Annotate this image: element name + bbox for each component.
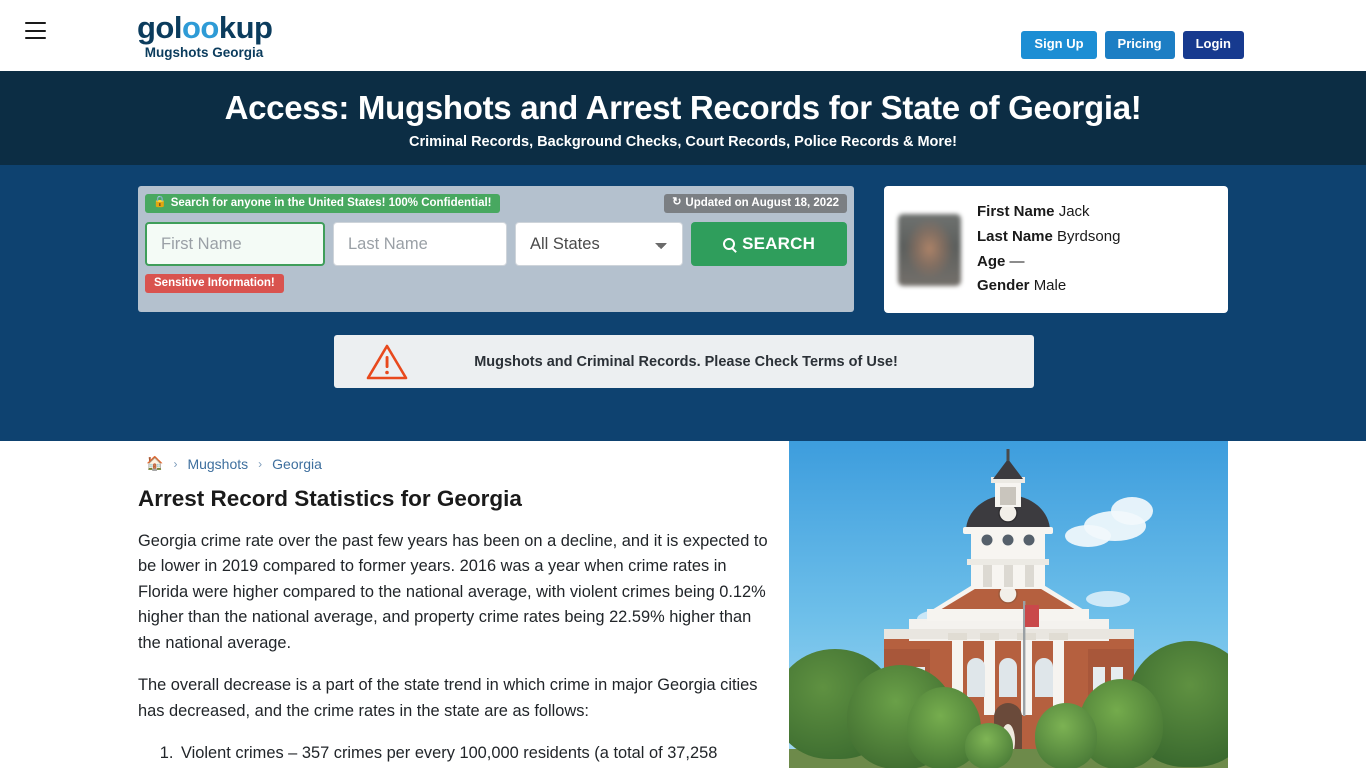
last-name-input[interactable] [333, 222, 507, 266]
result-field-last-name: Last Name Byrdsong [977, 225, 1120, 250]
top-navigation-bar: golookup Mugshots Georgia Sign Up Pricin… [0, 0, 1366, 71]
confidential-badge-label: Search for anyone in the United States! … [170, 196, 492, 209]
result-value-first-name: Jack [1058, 202, 1090, 220]
logo-subtitle: Mugshots Georgia [144, 45, 264, 60]
result-card[interactable]: First Name Jack Last Name Byrdsong Age —… [884, 186, 1228, 313]
result-label-last-name: Last Name [977, 227, 1053, 245]
result-field-first-name: First Name Jack [977, 200, 1120, 225]
search-button[interactable]: SEARCH [691, 222, 847, 266]
search-button-label: SEARCH [742, 234, 816, 253]
article-paragraph-1: Georgia crime rate over the past few yea… [138, 532, 768, 652]
warning-triangle-icon [366, 343, 408, 381]
site-logo[interactable]: golookup Mugshots Georgia [137, 10, 273, 60]
crime-stats-list: Violent crimes – 357 crimes per every 10… [178, 741, 768, 768]
hamburger-menu-icon[interactable] [25, 22, 46, 39]
article-paragraph-2: The overall decrease is a part of the st… [138, 676, 758, 720]
result-card-details: First Name Jack Last Name Byrdsong Age —… [977, 200, 1120, 300]
home-icon[interactable]: 🏠 [146, 455, 163, 472]
hamburger-bar-2 [25, 29, 46, 32]
magnifier-icon [723, 238, 736, 250]
article-body: Arrest Record Statistics for Georgia Geo… [138, 485, 768, 768]
breadcrumb-item-mugshots[interactable]: Mugshots [187, 456, 248, 472]
sensitive-information-badge: Sensitive Information! [145, 274, 284, 293]
article-heading: Arrest Record Statistics for Georgia [138, 486, 522, 511]
search-panel: 🔒 Search for anyone in the United States… [138, 186, 854, 312]
logo-text-part1: gol [137, 10, 183, 45]
result-value-age: — [1009, 252, 1025, 270]
shrub-center-left [965, 723, 1013, 768]
updated-badge-label: Updated on August 18, 2022 [685, 196, 839, 209]
search-form: All States SEARCH [145, 222, 847, 266]
courthouse-image [789, 441, 1228, 768]
nav-button-group: Sign Up Pricing Login [1021, 31, 1244, 59]
signup-button[interactable]: Sign Up [1021, 31, 1097, 59]
terms-alert-text: Mugshots and Criminal Records. Please Ch… [474, 353, 898, 370]
search-panel-badges: 🔒 Search for anyone in the United States… [145, 193, 847, 213]
pricing-button[interactable]: Pricing [1104, 31, 1175, 59]
logo-text-part3: kup [218, 10, 273, 45]
logo-lens-icon: oo [182, 10, 219, 45]
hamburger-bar-1 [25, 22, 46, 24]
result-value-gender: Male [1033, 277, 1067, 295]
tree-right-3 [1035, 703, 1097, 768]
result-label-gender: Gender [977, 277, 1030, 295]
login-button[interactable]: Login [1182, 31, 1244, 59]
result-label-first-name: First Name [977, 202, 1055, 220]
courthouse-illustration [789, 441, 1228, 768]
breadcrumb-separator-2: › [258, 456, 263, 471]
first-name-input[interactable] [145, 222, 325, 266]
breadcrumb-item-georgia[interactable]: Georgia [272, 456, 322, 472]
breadcrumb-separator-1: › [173, 456, 178, 471]
result-value-last-name: Byrdsong [1057, 227, 1121, 245]
breadcrumb: 🏠 › Mugshots › Georgia [146, 455, 322, 472]
page-title: Access: Mugshots and Arrest Records for … [224, 89, 1142, 127]
result-label-age: Age [977, 252, 1006, 270]
lock-icon: 🔒 [153, 196, 167, 208]
crime-stats-list-item: Violent crimes – 357 crimes per every 10… [178, 741, 768, 768]
hero-title-band: Access: Mugshots and Arrest Records for … [0, 71, 1366, 165]
terms-of-use-alert: Mugshots and Criminal Records. Please Ch… [334, 335, 1034, 388]
state-select[interactable]: All States [515, 222, 684, 266]
confidential-badge: 🔒 Search for anyone in the United States… [145, 193, 500, 213]
search-band: 🔒 Search for anyone in the United States… [0, 165, 1366, 441]
result-field-gender: Gender Male [977, 274, 1120, 299]
mugshot-avatar [898, 213, 961, 286]
updated-badge: ↻ Updated on August 18, 2022 [664, 193, 847, 213]
result-field-age: Age — [977, 250, 1120, 275]
main-content: 🏠 › Mugshots › Georgia Arrest Record Sta… [0, 441, 1366, 768]
page-subtitle: Criminal Records, Background Checks, Cou… [409, 133, 957, 150]
logo-wordmark: golookup [137, 10, 273, 45]
hamburger-bar-3 [25, 37, 46, 39]
refresh-icon: ↻ [672, 196, 682, 208]
